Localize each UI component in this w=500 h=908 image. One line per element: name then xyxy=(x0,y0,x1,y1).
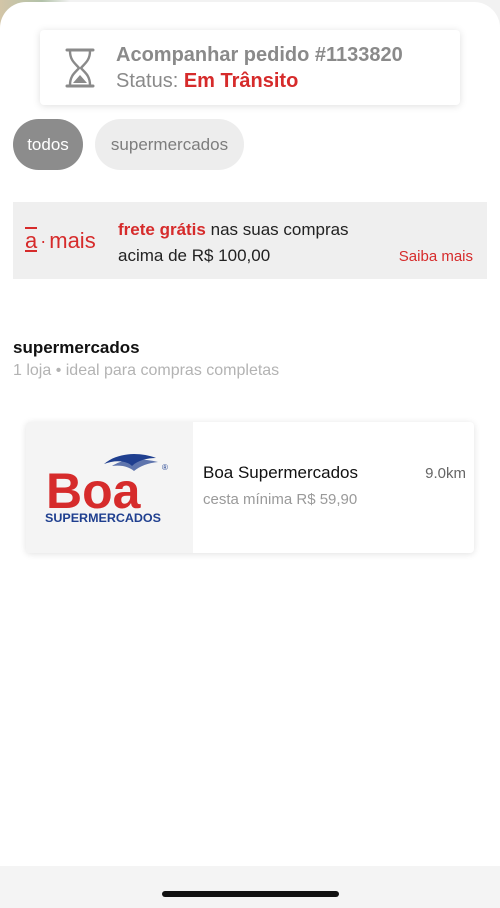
order-title: Acompanhar pedido #1133820 xyxy=(116,44,403,66)
promo-banner[interactable]: a · mais frete grátis nas suas compras a… xyxy=(13,202,487,279)
home-indicator[interactable] xyxy=(162,891,339,897)
order-tracking-card[interactable]: Acompanhar pedido #1133820 Status: Em Tr… xyxy=(40,30,460,105)
store-card[interactable]: Boa ® SUPERMERCADOS Boa Supermercados 9.… xyxy=(26,422,474,553)
store-name: Boa Supermercados xyxy=(203,463,358,482)
store-logo-mark: ® xyxy=(162,463,168,472)
filter-chip-supermercados[interactable]: supermercados xyxy=(95,119,244,170)
store-min-basket: cesta mínima R$ 59,90 xyxy=(203,491,358,508)
store-logo: Boa ® SUPERMERCADOS xyxy=(26,422,193,553)
status-value: Em Trânsito xyxy=(183,70,299,92)
status-label: Status: xyxy=(116,70,179,92)
store-logo-subtext: SUPERMERCADOS xyxy=(45,513,161,525)
filter-chip-todos[interactable]: todos xyxy=(13,119,83,170)
logo-dot: · xyxy=(40,230,47,251)
promo-text: frete grátis nas suas compras acima de R… xyxy=(118,217,378,269)
section-title: supermercados xyxy=(13,338,140,357)
logo-a: a xyxy=(25,227,38,253)
logo-word: mais xyxy=(49,228,96,253)
bottom-sheet: Acompanhar pedido #1133820 Status: Em Tr… xyxy=(0,2,500,866)
section-subtitle: 1 loja • ideal para compras completas xyxy=(13,362,280,379)
saiba-mais-link[interactable]: Saiba mais xyxy=(399,248,473,265)
order-status: Status: Em Trânsito xyxy=(116,70,298,93)
amais-logo: a · mais xyxy=(25,224,96,258)
bottom-bar xyxy=(0,866,500,908)
promo-highlight: frete grátis xyxy=(118,220,206,239)
store-logo-text: Boa xyxy=(46,463,142,519)
hourglass-icon xyxy=(64,47,96,89)
store-distance: 9.0km xyxy=(425,465,466,482)
